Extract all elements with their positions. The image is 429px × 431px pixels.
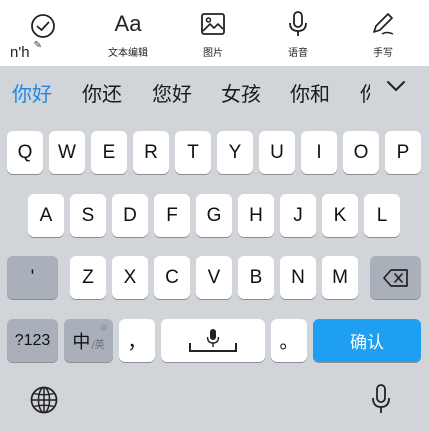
key-i[interactable]: I: [301, 131, 337, 174]
candidate-item[interactable]: 你好: [12, 78, 52, 107]
key-x[interactable]: X: [112, 256, 148, 299]
key-c[interactable]: C: [154, 256, 190, 299]
text-edit-button[interactable]: Aa 文本编辑: [93, 10, 163, 59]
key-f[interactable]: F: [154, 194, 190, 237]
pen-icon: [373, 13, 394, 35]
key-p[interactable]: P: [385, 131, 421, 174]
candidate-item[interactable]: 女孩: [221, 78, 261, 107]
key-z[interactable]: Z: [70, 256, 106, 299]
key-o[interactable]: O: [343, 131, 379, 174]
key-n[interactable]: N: [280, 256, 316, 299]
image-button[interactable]: 图片: [178, 10, 248, 59]
check-button[interactable]: [8, 12, 78, 40]
chevron-down-icon[interactable]: [386, 80, 406, 92]
indicator-dot: [100, 324, 107, 331]
key-y[interactable]: Y: [217, 131, 253, 174]
candidate-item[interactable]: 你和: [290, 78, 330, 107]
text-edit-icon: Aa: [114, 11, 142, 36]
check-circle-icon: [31, 14, 55, 38]
handwriting-button[interactable]: 手写: [348, 10, 418, 59]
key-r[interactable]: R: [133, 131, 169, 174]
language-toggle-key[interactable]: 中/英: [64, 319, 113, 362]
voice-button[interactable]: 语音: [263, 10, 333, 59]
candidate-bar: 你好 你还 您好 女孩 你和 你: [0, 66, 429, 118]
period-key[interactable]: 。: [271, 319, 307, 362]
key-b[interactable]: B: [238, 256, 274, 299]
composing-text: n'h ✎: [10, 40, 42, 61]
cursor-edit-icon[interactable]: ✎: [34, 40, 42, 51]
microphone-icon[interactable]: [370, 383, 392, 415]
key-m[interactable]: M: [322, 256, 358, 299]
image-icon: [201, 13, 225, 35]
key-d[interactable]: D: [112, 194, 148, 237]
space-bar-line: [189, 343, 237, 352]
candidate-item[interactable]: 你还: [82, 78, 122, 107]
key-e[interactable]: E: [91, 131, 127, 174]
key-h[interactable]: H: [238, 194, 274, 237]
key-s[interactable]: S: [70, 194, 106, 237]
key-t[interactable]: T: [175, 131, 211, 174]
key-q[interactable]: Q: [7, 131, 43, 174]
space-key[interactable]: [161, 319, 265, 362]
key-w[interactable]: W: [49, 131, 85, 174]
apostrophe-key[interactable]: ': [7, 256, 58, 299]
key-u[interactable]: U: [259, 131, 295, 174]
key-l[interactable]: L: [364, 194, 400, 237]
numbers-key[interactable]: ?123: [7, 319, 58, 362]
comma-key[interactable]: ，: [119, 319, 155, 362]
key-v[interactable]: V: [196, 256, 232, 299]
backspace-key[interactable]: [370, 256, 421, 299]
key-k[interactable]: K: [322, 194, 358, 237]
ime-toolbar: n'h ✎ Aa 文本编辑 图片 语音 手写: [0, 0, 429, 66]
candidate-item[interactable]: 您好: [152, 78, 192, 107]
key-a[interactable]: A: [28, 194, 64, 237]
microphone-icon: [289, 11, 307, 36]
candidate-item[interactable]: 你: [360, 78, 370, 107]
key-j[interactable]: J: [280, 194, 316, 237]
key-g[interactable]: G: [196, 194, 232, 237]
backspace-icon: [382, 268, 408, 287]
confirm-button[interactable]: 确认: [313, 319, 421, 362]
globe-icon[interactable]: [29, 385, 59, 415]
